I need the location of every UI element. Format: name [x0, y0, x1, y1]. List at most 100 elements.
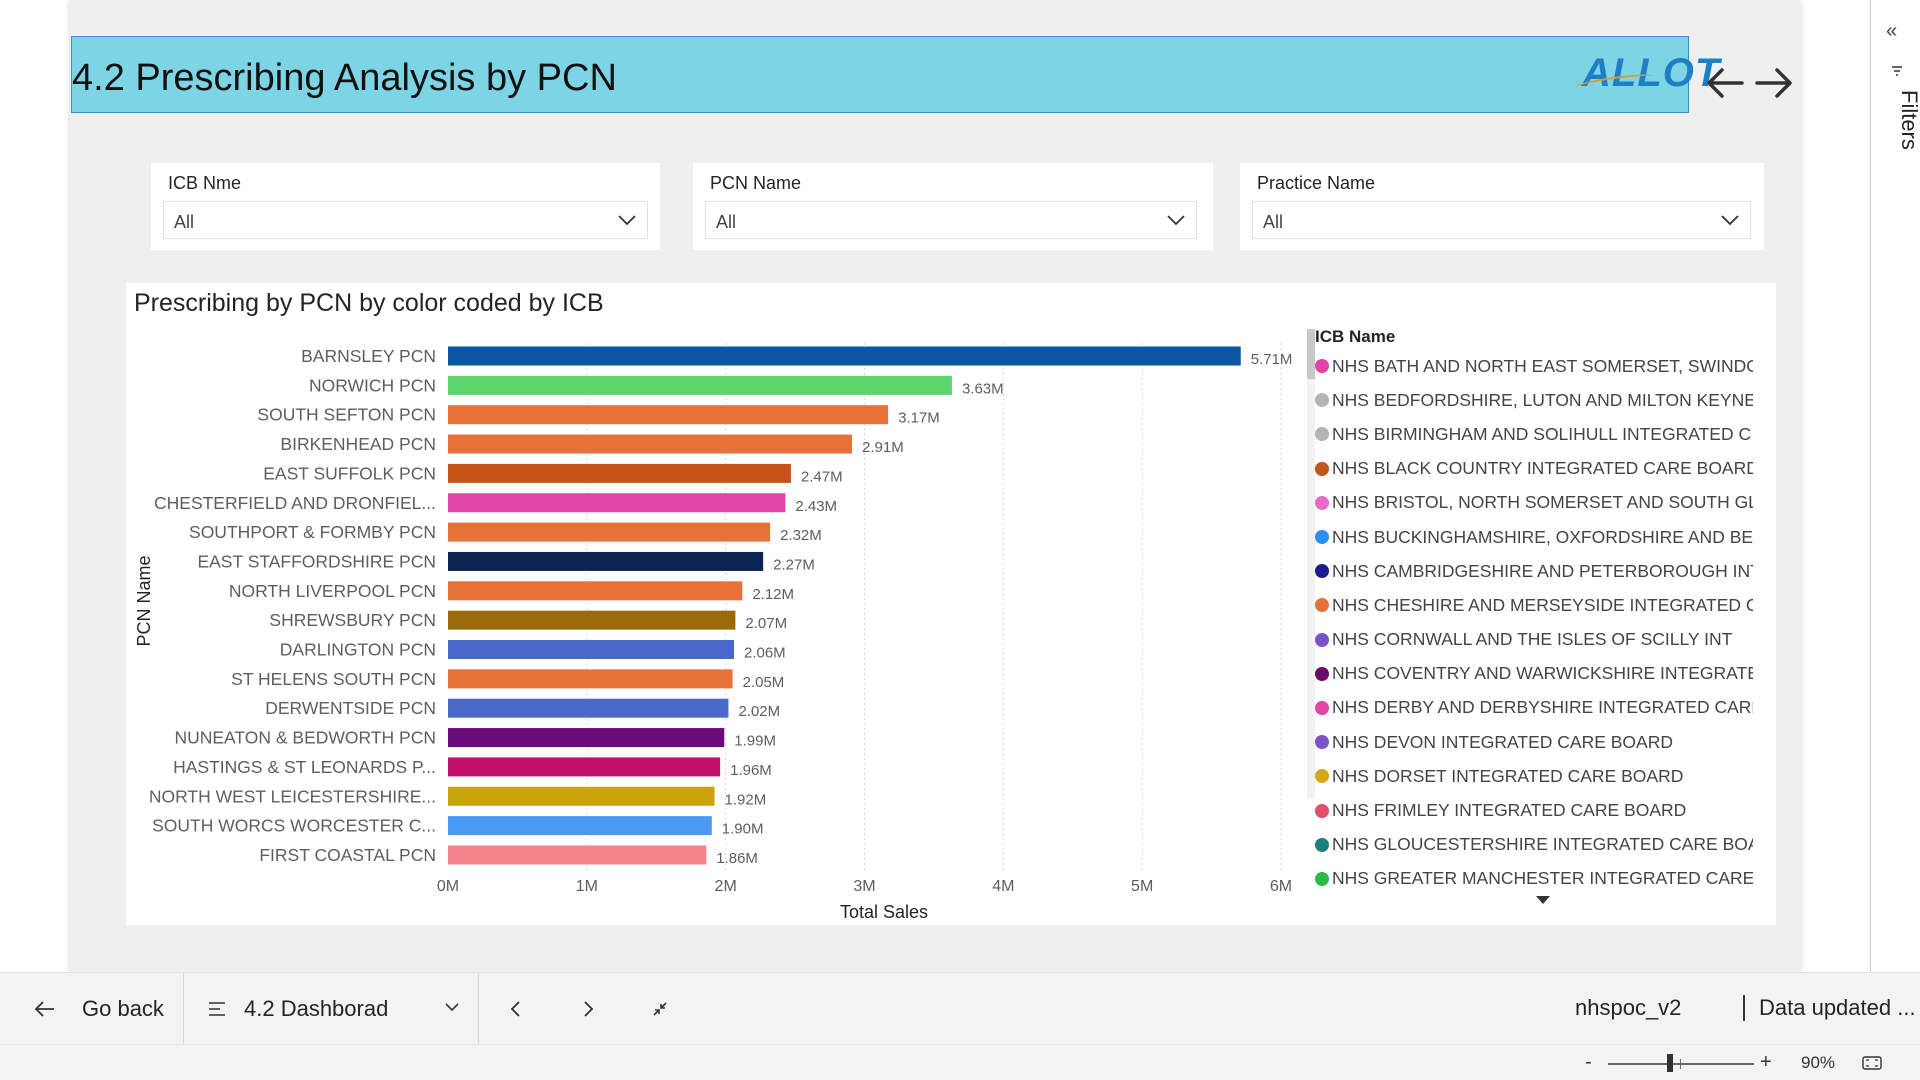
zoom-slider-track[interactable]	[1608, 1063, 1754, 1065]
forward-arrow-icon[interactable]	[1753, 62, 1795, 104]
legend-color-dot	[1315, 666, 1329, 681]
collapse-filters-icon[interactable]: «	[1886, 20, 1897, 43]
x-tick-label: 5M	[1131, 878, 1153, 895]
legend-color-dot	[1315, 359, 1329, 374]
next-page-icon[interactable]	[574, 995, 602, 1023]
legend-item[interactable]: NHS DEVON INTEGRATED CARE BOARD	[1315, 725, 1753, 759]
legend-item[interactable]: NHS CAMBRIDGESHIRE AND PETERBOROUGH INTE	[1315, 554, 1753, 588]
chevron-down-icon	[1167, 215, 1185, 226]
back-arrow-icon[interactable]	[1704, 62, 1746, 104]
bar[interactable]	[448, 463, 791, 483]
pcn-name-dropdown[interactable]: All	[705, 201, 1197, 239]
legend-item[interactable]: NHS DERBY AND DERBYSHIRE INTEGRATED CARE	[1315, 691, 1753, 725]
legend-item[interactable]: NHS BUCKINGHAMSHIRE, OXFORDSHIRE AND BER	[1315, 520, 1753, 554]
bar[interactable]	[448, 522, 771, 542]
previous-page-icon[interactable]	[502, 995, 530, 1023]
bar[interactable]	[448, 551, 764, 571]
data-label: 2.91M	[862, 439, 904, 456]
legend-scrollbar[interactable]	[1307, 329, 1315, 799]
legend-item-label: NHS DEVON INTEGRATED CARE BOARD	[1332, 731, 1673, 752]
bar-chart-svg: 0M 1M 2M 3M 4M 5M 6M Total Sales PCN Name BARNSLE…	[134, 343, 1292, 922]
data-label: 1.96M	[730, 762, 772, 779]
go-back-button[interactable]: Go back	[34, 973, 164, 1045]
bar[interactable]	[448, 728, 725, 748]
slicer-label: PCN Name	[710, 173, 802, 193]
category-label: BARNSLEY PCN	[301, 346, 436, 366]
data-updated-status[interactable]: Data updated ...	[1743, 995, 1916, 1021]
bar[interactable]	[448, 493, 786, 513]
legend-color-dot	[1315, 598, 1329, 613]
legend-item[interactable]: NHS CHESHIRE AND MERSEYSIDE INTEGRATED C	[1315, 588, 1753, 622]
legend-item-label: NHS GREATER MANCHESTER INTEGRATED CARE B	[1332, 868, 1753, 889]
data-label: 3.17M	[898, 410, 940, 427]
legend-scrollbar-thumb[interactable]	[1307, 329, 1315, 379]
bar[interactable]	[448, 757, 721, 777]
bar[interactable]	[448, 610, 736, 630]
category-label: DERWENTSIDE PCN	[265, 698, 436, 718]
bar[interactable]	[448, 698, 729, 718]
slicer-value: All	[174, 212, 195, 232]
legend-item[interactable]: NHS FRIMLEY INTEGRATED CARE BOARD	[1315, 793, 1753, 827]
bar[interactable]	[448, 816, 712, 836]
legend-color-dot	[1315, 530, 1329, 545]
x-tick-label: 3M	[853, 878, 875, 895]
go-back-label: Go back	[82, 996, 164, 1021]
slicer-value: All	[1263, 212, 1284, 232]
bar-chart-visual[interactable]: Prescribing by PCN by color coded by ICB…	[126, 283, 1776, 925]
legend-color-dot	[1315, 735, 1329, 750]
category-label: SOUTH SEFTON PCN	[257, 405, 436, 425]
back-arrow-icon	[34, 1001, 54, 1017]
legend-color-dot	[1315, 837, 1329, 852]
legend-more-icon[interactable]	[1536, 896, 1550, 904]
page-selector-dropdown[interactable]: 4.2 Dashborad	[208, 973, 460, 1045]
bar[interactable]	[448, 786, 715, 806]
legend-item[interactable]: NHS DORSET INTEGRATED CARE BOARD	[1315, 759, 1753, 793]
legend-item[interactable]: NHS GLOUCESTERSHIRE INTEGRATED CARE BOAR	[1315, 828, 1753, 862]
legend-item-label: NHS BEDFORDSHIRE, LUTON AND MILTON KEYNE	[1332, 389, 1753, 410]
legend-item[interactable]: NHS BATH AND NORTH EAST SOMERSET, SWINDO	[1315, 349, 1753, 383]
chevron-down-icon	[1721, 215, 1739, 226]
legend-item[interactable]: NHS BIRMINGHAM AND SOLIHULL INTEGRATED C	[1315, 417, 1753, 451]
legend-item[interactable]: NHS COVENTRY AND WARWICKSHIRE INTEGRATED	[1315, 657, 1753, 691]
legend-item-label: NHS BATH AND NORTH EAST SOMERSET, SWINDO	[1332, 355, 1753, 376]
legend-item[interactable]: NHS BLACK COUNTRY INTEGRATED CARE BOARD	[1315, 452, 1753, 486]
practice-name-dropdown[interactable]: All	[1252, 201, 1751, 239]
legend-color-dot	[1315, 700, 1329, 715]
legend-item-label: NHS BUCKINGHAMSHIRE, OXFORDSHIRE AND BER	[1332, 526, 1753, 547]
bar[interactable]	[448, 845, 707, 865]
slicer-label: Practice Name	[1257, 173, 1376, 193]
legend-item-label: NHS FRIMLEY INTEGRATED CARE BOARD	[1332, 800, 1687, 821]
page-list-icon	[209, 1002, 225, 1016]
bar[interactable]	[448, 405, 889, 425]
page-title: 4.2 Prescribing Analysis by PCN	[72, 57, 617, 99]
legend-item[interactable]: NHS BEDFORDSHIRE, LUTON AND MILTON KEYNE	[1315, 383, 1753, 417]
icb-name-slicer: ICB Nme All	[151, 163, 660, 250]
bar[interactable]	[448, 434, 853, 454]
icb-name-dropdown[interactable]: All	[163, 201, 648, 239]
legend-item[interactable]: NHS CORNWALL AND THE ISLES OF SCILLY INT	[1315, 623, 1753, 657]
fit-to-page-icon[interactable]	[1862, 1055, 1882, 1071]
zoom-slider-center-tick	[1680, 1059, 1681, 1069]
zoom-in-button[interactable]: +	[1760, 1051, 1772, 1074]
bar[interactable]	[448, 375, 952, 395]
bar[interactable]	[448, 669, 733, 689]
legend-item-label: NHS GLOUCESTERSHIRE INTEGRATED CARE BOAR	[1332, 834, 1753, 855]
legend-item[interactable]: NHS GREATER MANCHESTER INTEGRATED CARE B	[1315, 862, 1753, 896]
bar[interactable]	[448, 640, 734, 659]
zoom-slider-thumb[interactable]	[1667, 1054, 1673, 1072]
zoom-out-button[interactable]: -	[1585, 1051, 1592, 1074]
category-label: FIRST COASTAL PCN	[259, 845, 436, 865]
x-tick-label: 4M	[992, 878, 1014, 895]
data-label: 2.27M	[773, 556, 815, 573]
bar[interactable]	[448, 346, 1241, 366]
category-label: NORTH LIVERPOOL PCN	[229, 581, 436, 601]
bar[interactable]	[448, 581, 743, 601]
exit-fullscreen-icon[interactable]	[646, 995, 674, 1023]
category-label: NORWICH PCN	[309, 375, 436, 395]
legend-item[interactable]: NHS BRISTOL, NORTH SOMERSET AND SOUTH GL	[1315, 486, 1753, 520]
filters-pane-label[interactable]: Filters	[1896, 90, 1920, 150]
chevron-down-icon	[618, 215, 636, 226]
title-banner: 4.2 Prescribing Analysis by PCN ALLOT	[71, 36, 1719, 113]
x-tick-label: 1M	[576, 878, 598, 895]
slicer-label: ICB Nme	[168, 173, 242, 193]
